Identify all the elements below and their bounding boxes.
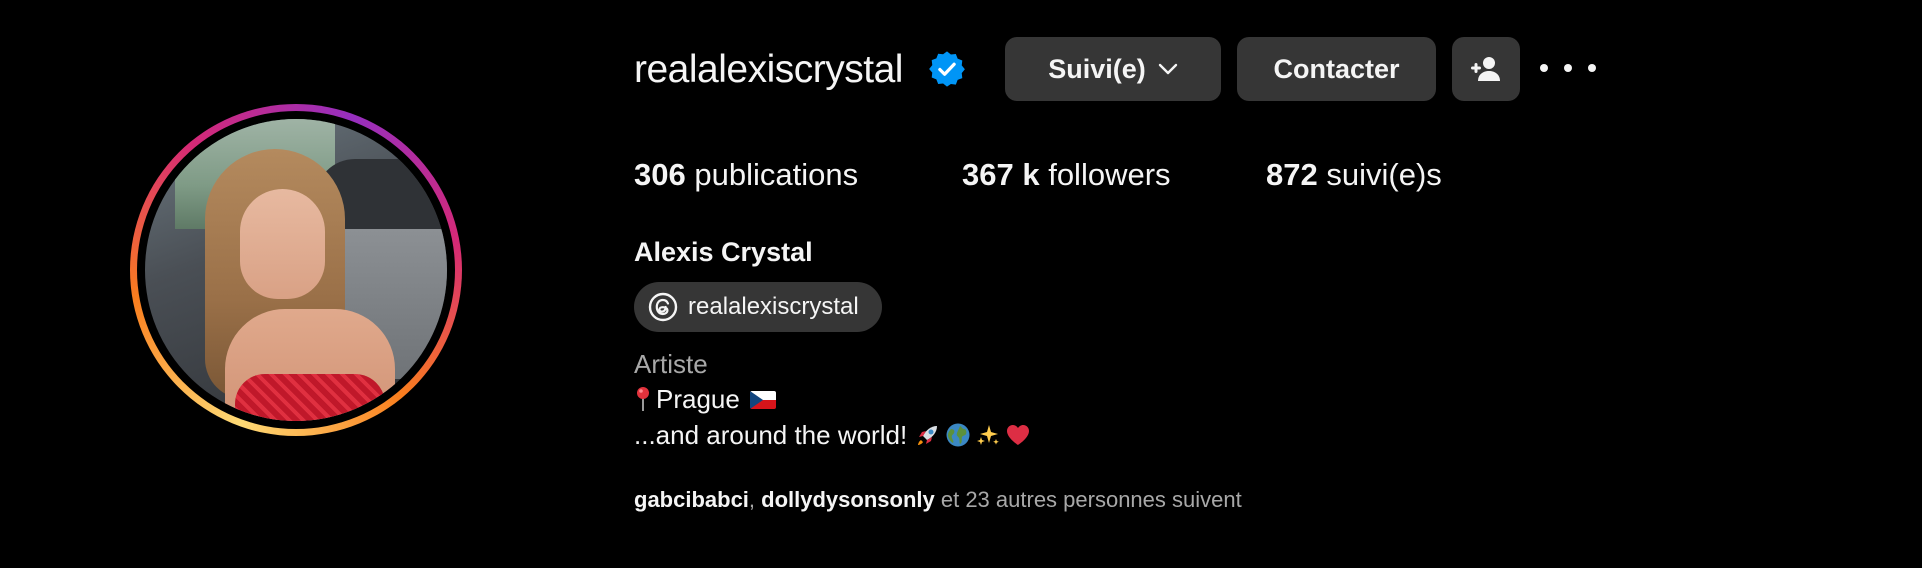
avatar[interactable] (145, 119, 447, 421)
following-label: suivi(e)s (1326, 157, 1442, 192)
more-dot (1540, 64, 1548, 72)
story-ring[interactable] (130, 104, 462, 436)
profile-category: Artiste (634, 349, 708, 379)
suggest-users-button[interactable] (1452, 37, 1520, 101)
following-count: 872 (1266, 157, 1318, 192)
avatar-face (240, 189, 325, 299)
avatar-frame (137, 111, 455, 429)
globe-icon (946, 423, 970, 447)
verified-badge-icon (929, 51, 965, 87)
posts-count: 306 (634, 157, 686, 192)
following-button-label: Suivi(e) (1048, 53, 1146, 84)
bio-emojis (915, 422, 1031, 448)
threads-badge[interactable]: realalexiscrystal (634, 282, 882, 332)
bio-location-text: Prague (656, 384, 740, 414)
threads-handle: realalexiscrystal (688, 293, 859, 320)
stat-posts: 306 publications (634, 156, 858, 194)
profile-full-name: Alexis Crystal (634, 237, 813, 267)
contact-button[interactable]: Contacter (1237, 37, 1436, 101)
mutual-separator: , (748, 487, 762, 512)
more-dot (1564, 64, 1572, 72)
contact-button-label: Contacter (1273, 53, 1400, 84)
profile-username: realalexiscrystal (634, 48, 903, 91)
round-pushpin-icon (637, 387, 649, 411)
more-dot (1588, 64, 1596, 72)
more-options-icon[interactable] (1540, 56, 1596, 80)
mutual-followers[interactable]: gabcibabci, dollydysonsonly et 23 autres… (634, 486, 1242, 514)
stat-followers[interactable]: 367 k followers (962, 156, 1171, 194)
avatar-lace (235, 374, 385, 421)
add-user-icon (1471, 57, 1500, 81)
chevron-down-icon (1158, 63, 1177, 75)
czech-flag-icon (749, 391, 776, 409)
bio-line-location: Prague (634, 382, 776, 416)
followers-count: 367 k (962, 157, 1040, 192)
threads-icon (648, 292, 678, 322)
red-heart-icon (1007, 425, 1030, 445)
mutual-suffix: et 23 autres personnes suivent (934, 487, 1242, 512)
mutual-follower-2[interactable]: dollydysonsonly (761, 487, 935, 512)
mutual-follower-1[interactable]: gabcibabci (634, 487, 749, 512)
sparkles-icon (977, 425, 999, 445)
posts-label: publications (694, 157, 859, 192)
stat-following[interactable]: 872 suivi(e)s (1266, 156, 1442, 194)
rocket-icon (918, 426, 938, 445)
bio-world-text: ...and around the world! (634, 420, 908, 450)
bio-line-world: ...and around the world! (634, 418, 1031, 452)
followers-label: followers (1048, 157, 1171, 192)
following-button[interactable]: Suivi(e) (1005, 37, 1221, 101)
